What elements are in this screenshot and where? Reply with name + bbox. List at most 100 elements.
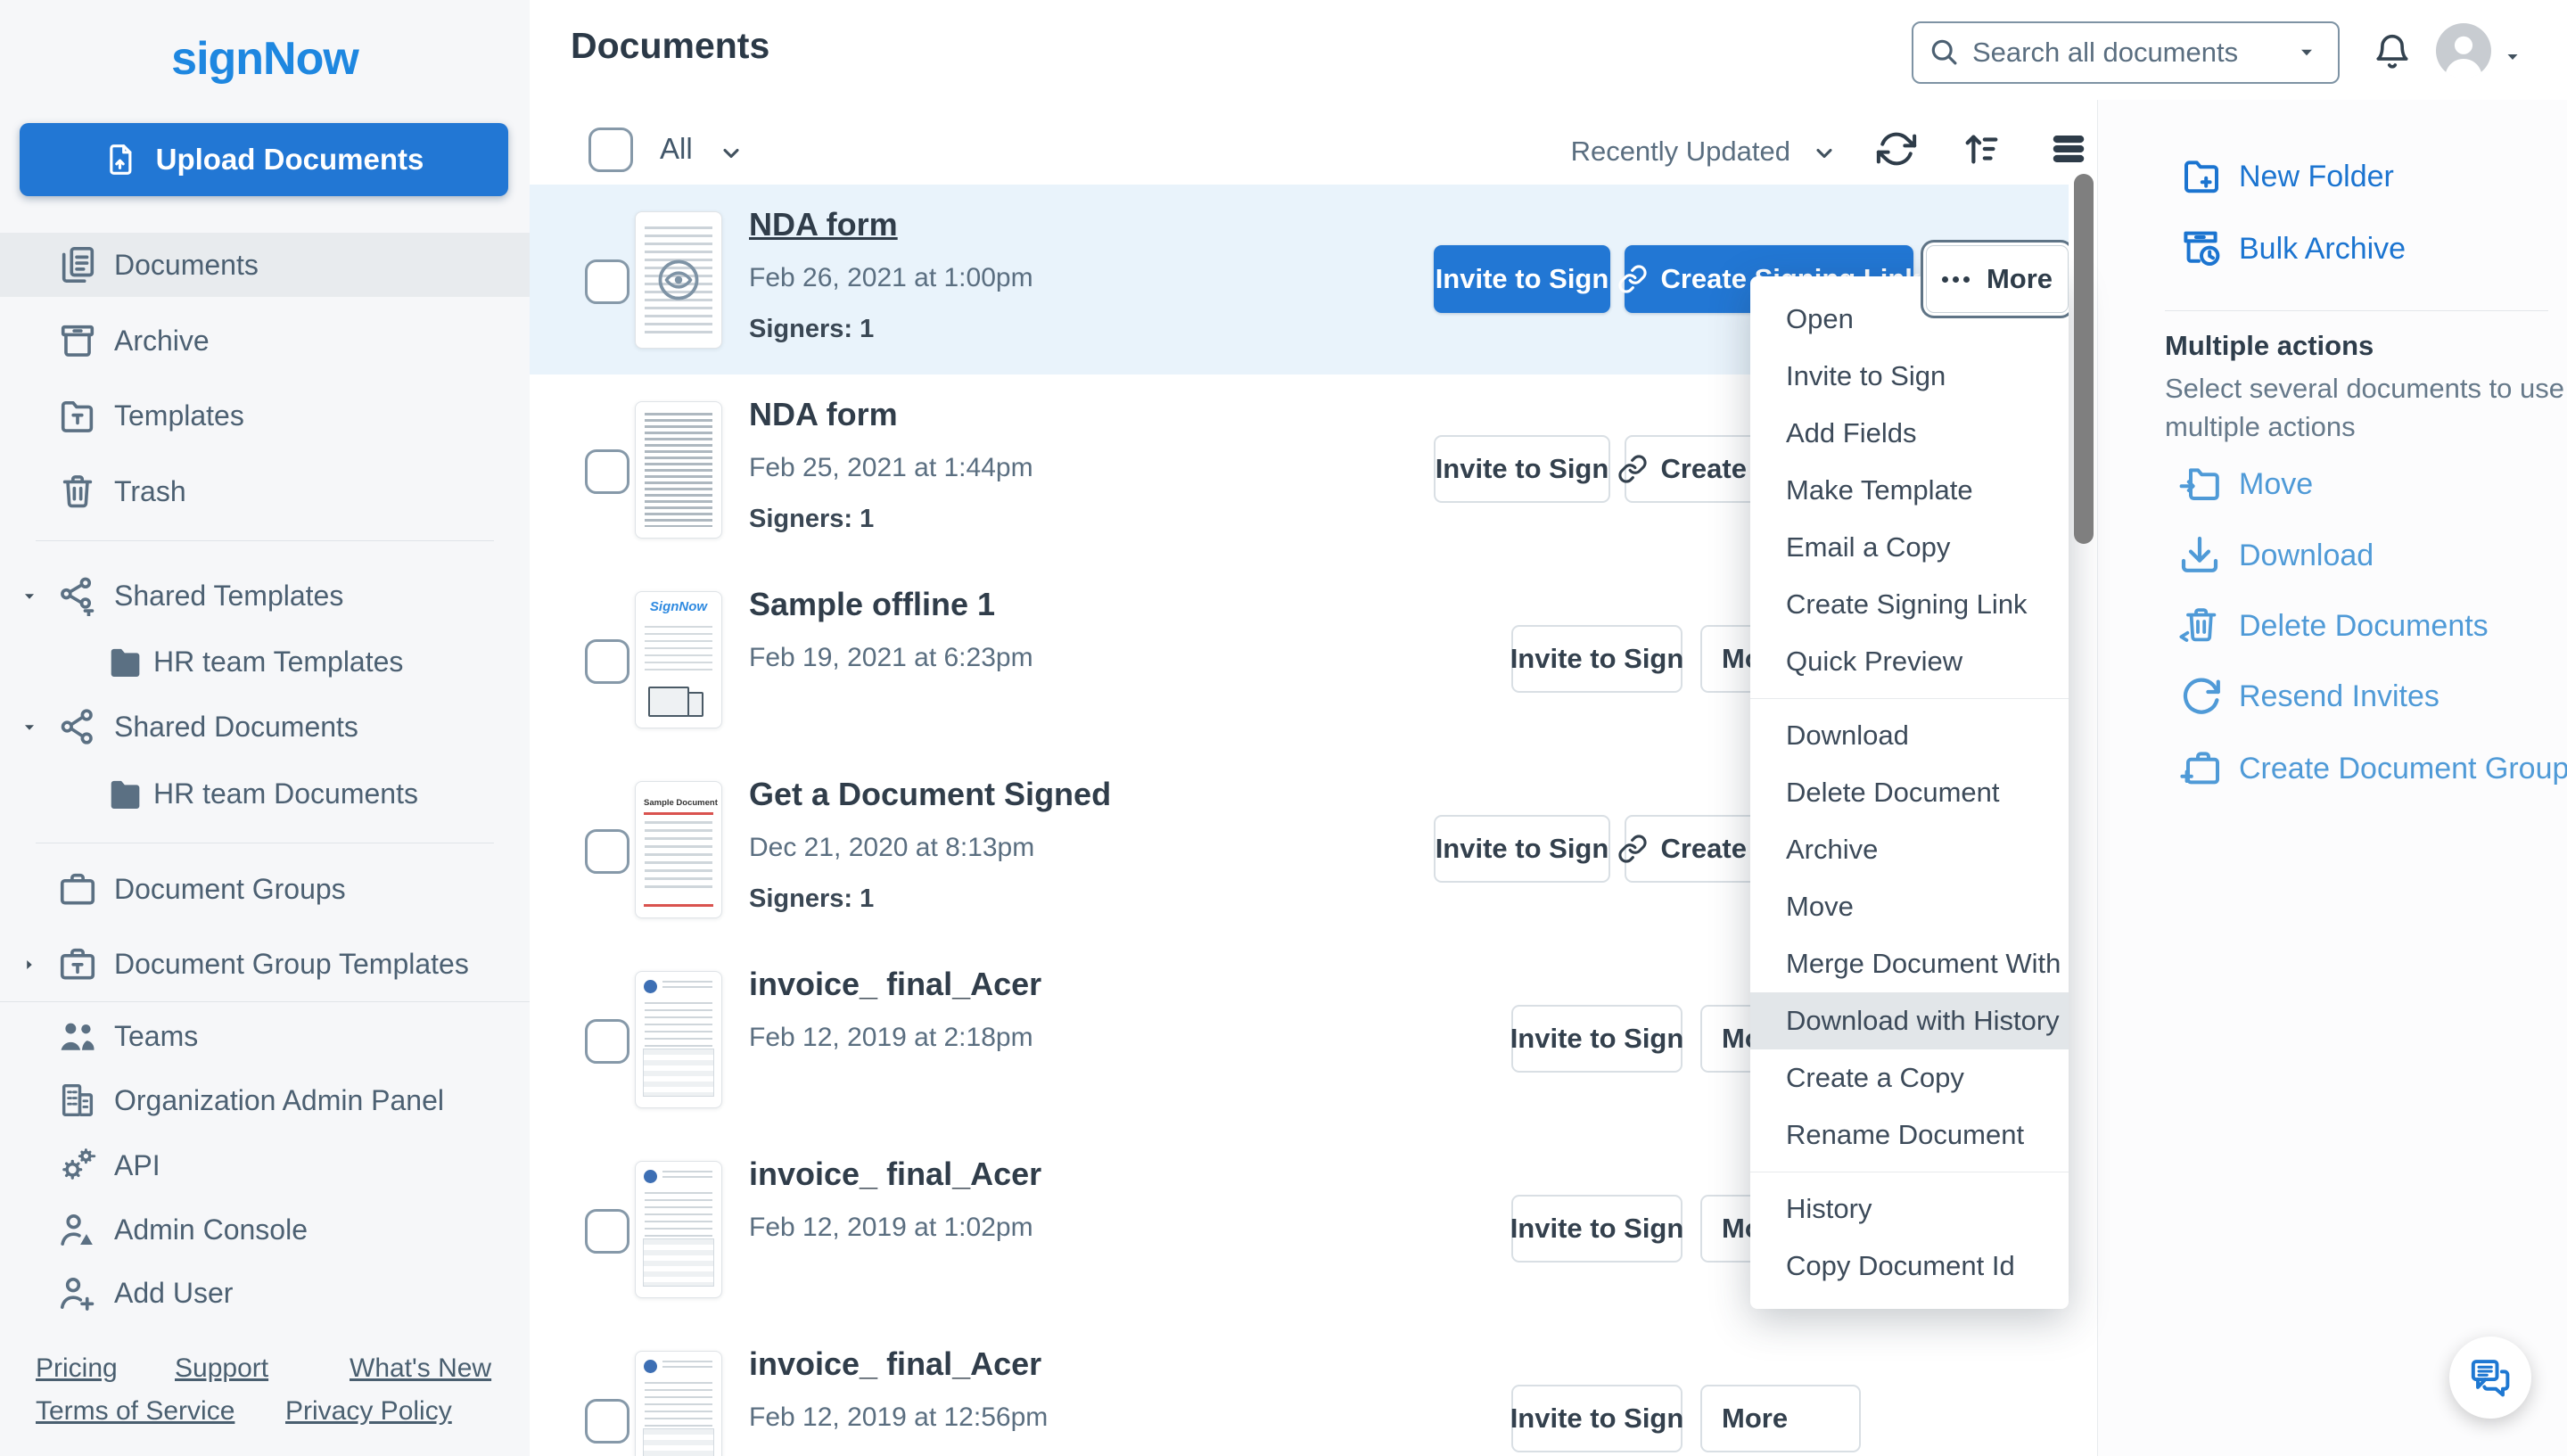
menu-item-quick-preview[interactable]: Quick Preview: [1750, 633, 2069, 690]
thumbnail-text-lines: [645, 821, 712, 893]
chat-fab[interactable]: [2449, 1337, 2531, 1419]
search-dropdown-caret-icon[interactable]: [2295, 41, 2318, 64]
sidebar-item-shared-templates[interactable]: Shared Templates: [0, 563, 530, 628]
sidebar-item-document-group-templates[interactable]: Document Group Templates: [0, 932, 530, 996]
menu-item-move[interactable]: Move: [1750, 878, 2069, 935]
upload-documents-button[interactable]: Upload Documents: [20, 123, 508, 196]
row-checkbox[interactable]: [585, 1399, 629, 1444]
sidebar-item-trash[interactable]: Trash: [0, 459, 530, 523]
row-checkbox[interactable]: [585, 259, 629, 304]
search-input[interactable]: [1971, 30, 2277, 75]
new-folder-icon: [2180, 154, 2223, 197]
sidebar-item-label: Shared Templates: [114, 580, 344, 612]
panel-action-download[interactable]: Download: [2098, 522, 2567, 587]
document-thumbnail[interactable]: [635, 1351, 722, 1456]
menu-item-add-fields[interactable]: Add Fields: [1750, 405, 2069, 462]
document-thumbnail[interactable]: SignNow: [635, 591, 722, 728]
sidebar-item-admin-console[interactable]: Admin Console: [0, 1197, 530, 1262]
thumbnail-text-lines: [645, 413, 712, 527]
select-all-checkbox[interactable]: [588, 128, 633, 172]
document-title[interactable]: NDA form: [749, 206, 898, 243]
menu-item-rename-document[interactable]: Rename Document: [1750, 1106, 2069, 1164]
row-checkbox[interactable]: [585, 1209, 629, 1254]
document-title[interactable]: Get a Document Signed: [749, 776, 1111, 813]
sidebar-item-label: Document Groups: [114, 873, 346, 905]
document-title[interactable]: invoice_ final_Acer: [749, 1156, 1041, 1193]
document-thumbnail[interactable]: [635, 211, 722, 349]
sidebar-item-archive[interactable]: Archive: [0, 308, 530, 373]
sidebar-item-add-user[interactable]: Add User: [0, 1261, 530, 1325]
footer-link-terms-of-service[interactable]: Terms of Service: [36, 1396, 234, 1427]
sort-chevron-down-icon[interactable]: [1812, 141, 1837, 166]
row-checkbox[interactable]: [585, 639, 629, 684]
menu-item-invite-to-sign[interactable]: Invite to Sign: [1750, 348, 2069, 405]
footer-link-privacy-policy[interactable]: Privacy Policy: [285, 1396, 452, 1427]
invite-to-sign-button[interactable]: Invite to Sign: [1510, 1195, 1683, 1263]
menu-item-make-template[interactable]: Make Template: [1750, 462, 2069, 519]
panel-action-bulk-archive[interactable]: Bulk Archive: [2098, 216, 2567, 280]
more-button[interactable]: More: [1700, 1385, 1861, 1452]
footer-link-what-s-new[interactable]: What's New: [350, 1353, 491, 1384]
menu-item-create-signing-link[interactable]: Create Signing Link: [1750, 576, 2069, 633]
search-box[interactable]: [1912, 21, 2340, 84]
menu-item-email-a-copy[interactable]: Email a Copy: [1750, 519, 2069, 576]
panel-action-new-folder[interactable]: New Folder: [2098, 144, 2567, 208]
document-thumbnail[interactable]: [635, 401, 722, 539]
sidebar-item-api[interactable]: API: [0, 1133, 530, 1197]
header: Documents: [530, 0, 2567, 101]
folder-solid-icon: [105, 773, 146, 814]
menu-item-history[interactable]: History: [1750, 1180, 2069, 1238]
menu-item-download-with-history[interactable]: Download with History: [1750, 992, 2069, 1049]
sidebar-item-hr-team-documents[interactable]: HR team Documents: [0, 761, 530, 826]
sidebar-item-document-groups[interactable]: Document Groups: [0, 857, 530, 921]
invite-to-sign-button[interactable]: Invite to Sign: [1434, 245, 1610, 313]
document-title[interactable]: NDA form: [749, 396, 898, 433]
menu-item-create-a-copy[interactable]: Create a Copy: [1750, 1049, 2069, 1106]
menu-item-copy-document-id[interactable]: Copy Document Id: [1750, 1238, 2069, 1295]
sort-direction-icon[interactable]: [1961, 128, 2002, 169]
menu-item-delete-document[interactable]: Delete Document: [1750, 764, 2069, 821]
invite-to-sign-button[interactable]: Invite to Sign: [1510, 625, 1683, 693]
panel-action-move[interactable]: Move: [2098, 451, 2567, 515]
invite-to-sign-button[interactable]: Invite to Sign: [1510, 1385, 1683, 1452]
sort-order-dropdown[interactable]: Recently Updated: [1567, 136, 1790, 168]
document-thumbnail[interactable]: [635, 1161, 722, 1298]
rows-view-icon[interactable]: [2048, 128, 2089, 169]
panel-action-resend-invites[interactable]: Resend Invites: [2098, 663, 2567, 728]
list-scrollbar-thumb[interactable]: [2074, 174, 2094, 544]
sidebar-item-templates[interactable]: Templates: [0, 383, 530, 448]
sidebar-item-hr-team-templates[interactable]: HR team Templates: [0, 629, 530, 694]
sidebar-item-documents[interactable]: Documents: [0, 233, 530, 297]
invite-to-sign-button[interactable]: Invite to Sign: [1434, 815, 1610, 883]
invite-to-sign-button[interactable]: Invite to Sign: [1510, 1005, 1683, 1073]
sidebar-item-organization-admin-panel[interactable]: Organization Admin Panel: [0, 1068, 530, 1132]
account-menu-caret-icon[interactable]: [2502, 46, 2523, 68]
refresh-icon[interactable]: [1876, 128, 1917, 169]
menu-item-archive[interactable]: Archive: [1750, 821, 2069, 878]
document-title[interactable]: Sample offline 1: [749, 586, 995, 623]
panel-action-delete-documents[interactable]: Delete Documents: [2098, 593, 2567, 657]
filter-chevron-down-icon[interactable]: [719, 141, 744, 166]
row-checkbox[interactable]: [585, 1019, 629, 1064]
filter-all-dropdown[interactable]: All: [660, 132, 693, 166]
sidebar-item-teams[interactable]: Teams: [0, 1004, 530, 1068]
footer-link-pricing[interactable]: Pricing: [36, 1353, 118, 1384]
panel-action-create-document-group[interactable]: Create Document Group: [2098, 736, 2567, 800]
menu-item-download[interactable]: Download: [1750, 707, 2069, 764]
more-button[interactable]: More: [1926, 245, 2069, 313]
notifications-bell-icon[interactable]: [2372, 30, 2413, 71]
row-checkbox[interactable]: [585, 449, 629, 494]
document-title[interactable]: invoice_ final_Acer: [749, 966, 1041, 1003]
document-thumbnail[interactable]: Sample Document: [635, 781, 722, 918]
menu-item-merge-document-with[interactable]: Merge Document With: [1750, 935, 2069, 992]
document-thumbnail[interactable]: [635, 971, 722, 1108]
avatar[interactable]: [2436, 23, 2491, 78]
signnow-logo: signNow: [171, 33, 359, 85]
sidebar-item-shared-documents[interactable]: Shared Documents: [0, 695, 530, 759]
footer-link-support[interactable]: Support: [175, 1353, 268, 1384]
sidebar-item-label: Trash: [114, 475, 186, 507]
document-title[interactable]: invoice_ final_Acer: [749, 1345, 1041, 1383]
panel-action-label: Create Document Group: [2239, 752, 2567, 786]
invite-to-sign-button[interactable]: Invite to Sign: [1434, 435, 1610, 503]
row-checkbox[interactable]: [585, 829, 629, 874]
